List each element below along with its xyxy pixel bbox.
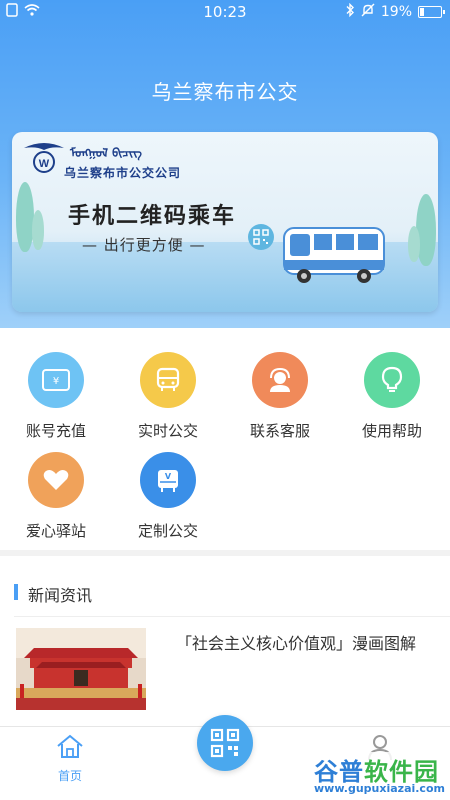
page-title: 乌兰察布市公交 bbox=[151, 80, 299, 104]
header: 10:23 19% 乌兰察布市公交 W ᠮᠣᠩᠭᠣᠯ ᠪᠢᠴᠢᠭ 乌兰察布市公交… bbox=[0, 0, 450, 328]
menu-item-recharge[interactable]: ¥ 账号充值 bbox=[0, 352, 112, 441]
svg-text:¥: ¥ bbox=[53, 376, 59, 387]
nav-qr-button[interactable] bbox=[197, 715, 253, 771]
divider bbox=[14, 616, 450, 617]
banner-company: 乌兰察布市公交公司 bbox=[64, 166, 182, 180]
tree-icon bbox=[32, 210, 44, 250]
menu-label: 实时公交 bbox=[137, 422, 198, 440]
news-item-title[interactable]: 「社会主义核心价值观」漫画图解 bbox=[176, 632, 416, 656]
news-section-title: 新闻资讯 bbox=[28, 586, 93, 605]
bus-icon bbox=[140, 352, 196, 408]
feature-menu: ¥ 账号充值 实时公交 联系客服 使用帮助 爱心驿站 V 定制公交 bbox=[0, 328, 450, 550]
status-bar: 10:23 19% bbox=[0, 0, 450, 24]
banner-headline: 手机二维码乘车 bbox=[68, 204, 237, 229]
banner-mongolian-text: ᠮᠣᠩᠭᠣᠯ ᠪᠢᠴᠢᠭ bbox=[70, 146, 142, 160]
mute-bell-icon bbox=[361, 3, 375, 21]
nav-home[interactable]: 首页 bbox=[40, 733, 100, 784]
nav-home-label: 首页 bbox=[57, 769, 82, 783]
svg-text:V: V bbox=[165, 472, 172, 481]
svg-text:W: W bbox=[39, 158, 50, 170]
battery-icon bbox=[418, 6, 445, 18]
customer-service-icon bbox=[252, 352, 308, 408]
menu-item-help[interactable]: 使用帮助 bbox=[336, 352, 448, 441]
custom-bus-icon: V bbox=[140, 452, 196, 508]
watermark-url: www.gupuxiazai.com bbox=[314, 782, 445, 795]
section-accent-bar bbox=[14, 584, 18, 600]
bus-illustration-icon bbox=[283, 227, 385, 283]
tree-icon bbox=[16, 182, 34, 252]
tree-icon bbox=[408, 226, 420, 262]
menu-label: 联系客服 bbox=[249, 422, 310, 440]
menu-item-realtime-bus[interactable]: 实时公交 bbox=[112, 352, 224, 441]
battery-text: 19% bbox=[380, 4, 412, 20]
banner[interactable]: W ᠮᠣᠩᠭᠣᠯ ᠪᠢᠴᠢᠭ 乌兰察布市公交公司 手机二维码乘车 — 出行更方便… bbox=[12, 132, 438, 312]
news-section: 新闻资讯 「社会主义核心价值观」漫画图解 bbox=[0, 556, 450, 726]
menu-label: 使用帮助 bbox=[361, 422, 422, 440]
news-thumbnail[interactable] bbox=[16, 628, 146, 710]
qr-bubble-icon bbox=[248, 224, 274, 250]
home-icon bbox=[57, 734, 83, 758]
bluetooth-icon bbox=[345, 2, 355, 21]
banner-subline: — 出行更方便 — bbox=[82, 236, 206, 254]
menu-item-customer-service[interactable]: 联系客服 bbox=[224, 352, 336, 441]
menu-label: 爱心驿站 bbox=[25, 522, 86, 540]
menu-item-custom-bus[interactable]: V 定制公交 bbox=[112, 452, 224, 541]
recharge-card-icon: ¥ bbox=[28, 352, 84, 408]
menu-item-love-station[interactable]: 爱心驿站 bbox=[0, 452, 112, 541]
menu-label: 定制公交 bbox=[137, 522, 198, 540]
company-logo-icon: W bbox=[24, 143, 64, 173]
menu-label: 账号充值 bbox=[25, 422, 86, 440]
lightbulb-icon bbox=[364, 352, 420, 408]
heart-icon bbox=[28, 452, 84, 508]
watermark: 谷普软件园 www.gupuxiazai.com bbox=[310, 752, 446, 798]
qr-code-icon bbox=[210, 728, 240, 758]
